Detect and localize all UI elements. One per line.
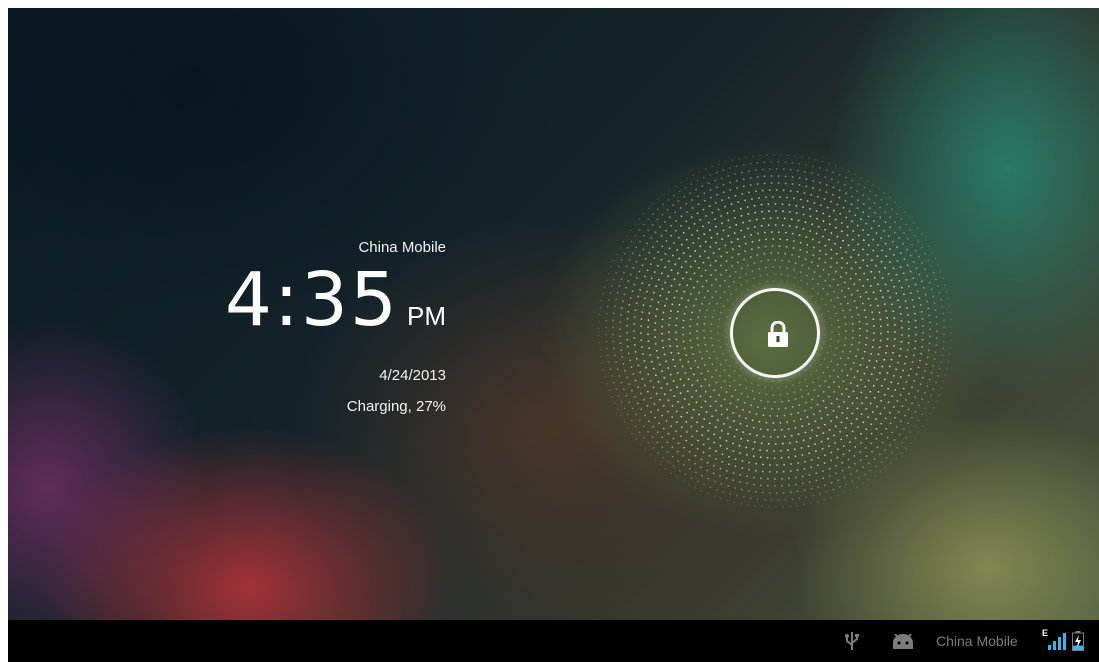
status-bar-carrier: China Mobile [936, 633, 1018, 649]
battery-status-label: Charging, 27% [346, 398, 446, 415]
clock-time: 4:35 [224, 257, 399, 343]
battery-charging-icon[interactable] [1072, 631, 1084, 651]
time-row: 4:35 PM [225, 263, 446, 355]
clock-ampm: PM [407, 301, 446, 331]
lock-icon [768, 321, 788, 347]
date-label: 4/24/2013 [379, 367, 446, 384]
signal-icon[interactable] [1048, 632, 1066, 650]
carrier-label: China Mobile [358, 239, 446, 256]
unlock-handle[interactable] [730, 288, 820, 378]
system-bar: China Mobile E [8, 620, 1099, 662]
android-icon[interactable] [891, 634, 915, 650]
usb-icon[interactable] [844, 631, 860, 651]
clock-widget: China Mobile 4:35 PM 4/24/2013 Charging, … [225, 238, 446, 415]
lock-screen: China Mobile 4:35 PM 4/24/2013 Charging, … [8, 8, 1099, 662]
